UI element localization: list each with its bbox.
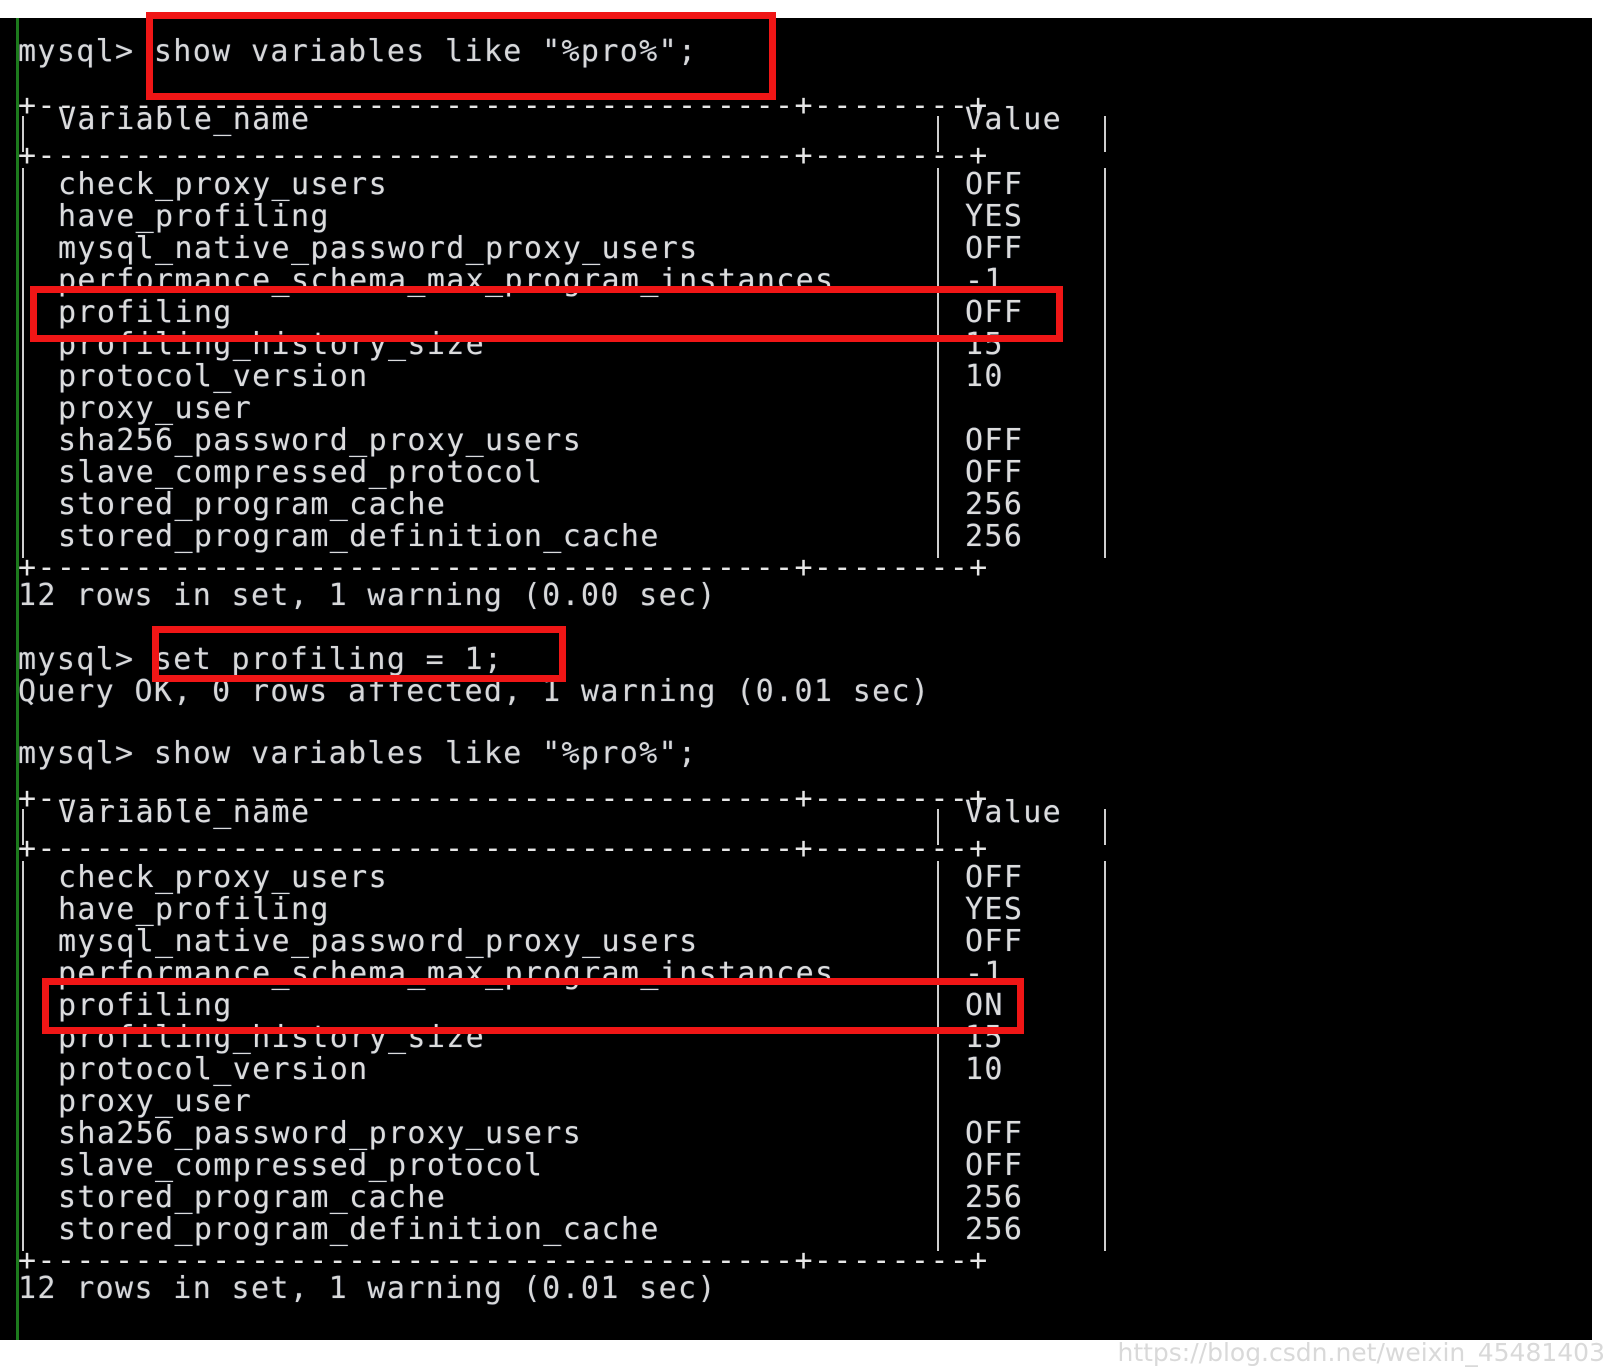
table-cell-value: 15 (965, 1020, 1004, 1055)
prompt-line-3: mysql> show variables like "%pro%"; (18, 736, 698, 771)
table2-border-left (22, 861, 24, 1251)
table-row: sha256_password_proxy_users (58, 423, 583, 458)
table2-header-name: Variable_name (58, 795, 311, 830)
screenshot-root: mysql> show variables like "%pro%"; +---… (0, 0, 1613, 1369)
table-row: profiling_history_size (58, 1020, 486, 1055)
table-row: proxy_user (58, 1084, 253, 1119)
table1-header-name: Variable_name (58, 102, 311, 137)
table-cell-value: OFF (965, 455, 1024, 490)
result-summary-3: 12 rows in set, 1 warning (0.01 sec) (18, 1271, 717, 1306)
table-cell-value: 256 (965, 519, 1024, 554)
table-cell-value: 256 (965, 487, 1024, 522)
table-row: have_profiling (58, 199, 330, 234)
result-summary-2: Query OK, 0 rows affected, 1 warning (0.… (18, 674, 931, 709)
table-row: mysql_native_password_proxy_users (58, 231, 699, 266)
table-row: performance_schema_max_program_instances (58, 263, 835, 298)
result-summary-1: 12 rows in set, 1 warning (0.00 sec) (18, 578, 717, 613)
table-cell-value: 10 (965, 1052, 1004, 1087)
table-cell-value: YES (965, 892, 1024, 927)
prompt-line-2: mysql> set profiling = 1; (18, 642, 504, 677)
table-row: sha256_password_proxy_users (58, 1116, 583, 1151)
table2-header-value: Value (965, 795, 1063, 830)
table-cell-value: OFF (965, 1116, 1024, 1151)
table-cell-value: OFF (965, 924, 1024, 959)
table-cell-value: OFF (965, 860, 1024, 895)
table-cell-value: OFF (965, 167, 1024, 202)
table-cell-value: -1 (965, 956, 1004, 991)
table-row: slave_compressed_protocol (58, 455, 544, 490)
table-row: performance_schema_max_program_instances (58, 956, 835, 991)
table-cell-value: YES (965, 199, 1024, 234)
table-row: have_profiling (58, 892, 330, 927)
table-row: protocol_version (58, 1052, 369, 1087)
table-row: profiling_history_size (58, 327, 486, 362)
table-cell-value: 10 (965, 359, 1004, 394)
table2-border-right-header (1104, 809, 1106, 845)
table-cell-value: ON (965, 988, 1004, 1023)
table1-border-right (1104, 168, 1106, 558)
table-cell-value: 15 (965, 327, 1004, 362)
table-cell-value: 256 (965, 1180, 1024, 1215)
table-row: mysql_native_password_proxy_users (58, 924, 699, 959)
table1-border-left (22, 168, 24, 558)
table-cell-value: OFF (965, 1148, 1024, 1183)
table-row: profiling (58, 988, 233, 1023)
table-row: protocol_version (58, 359, 369, 394)
terminal-window[interactable]: mysql> show variables like "%pro%"; +---… (0, 18, 1592, 1340)
table-row: stored_program_definition_cache (58, 519, 660, 554)
table-row: proxy_user (58, 391, 253, 426)
table-cell-value: 256 (965, 1212, 1024, 1247)
table-cell-value: OFF (965, 423, 1024, 458)
prompt-line-1: mysql> show variables like "%pro%"; (18, 34, 698, 69)
table-cell-value: OFF (965, 295, 1024, 330)
table-row: stored_program_cache (58, 1180, 447, 1215)
table2-border-mid (937, 861, 939, 1251)
table-row: profiling (58, 295, 233, 330)
table-cell-value: OFF (965, 231, 1024, 266)
terminal-left-rail (16, 18, 19, 1340)
table-row: check_proxy_users (58, 167, 388, 202)
table-row: slave_compressed_protocol (58, 1148, 544, 1183)
table1-border-right-header (1104, 116, 1106, 152)
table1-border-mid (937, 168, 939, 558)
table-row: stored_program_cache (58, 487, 447, 522)
table-row: stored_program_definition_cache (58, 1212, 660, 1247)
table2-border-right (1104, 861, 1106, 1251)
table-cell-value: -1 (965, 263, 1004, 298)
table1-header-value: Value (965, 102, 1063, 137)
table-row: check_proxy_users (58, 860, 388, 895)
csdn-watermark: https://blog.csdn.net/weixin_45481403 (1117, 1338, 1605, 1367)
